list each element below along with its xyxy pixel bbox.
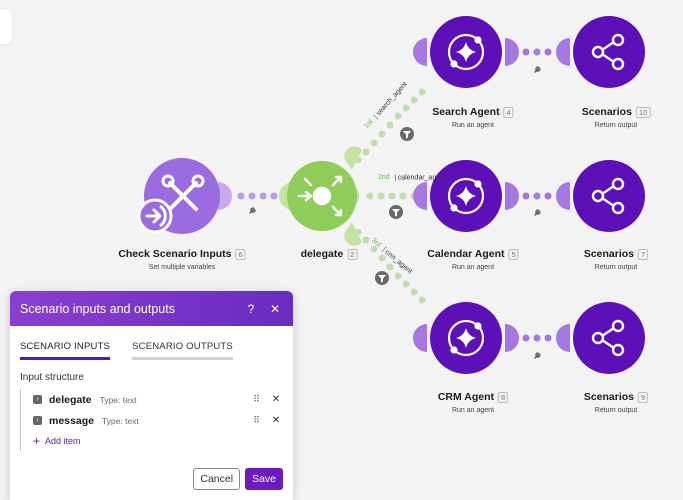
route-tag-calendar[interactable]: 2nd calendar_agent — [378, 174, 446, 181]
node-crm-agent[interactable] — [430, 302, 502, 374]
item-name: message — [49, 414, 94, 427]
label-calendar-agent: Calendar Agent 5 Run an agent — [427, 244, 519, 271]
node-subtitle: Return output — [594, 407, 638, 414]
remove-icon[interactable]: ✕ — [269, 394, 283, 405]
connector-delegate-crm[interactable] — [354, 228, 426, 304]
drag-handle-icon[interactable]: ⠿ — [249, 394, 263, 405]
node-title: Scenarios — [581, 106, 632, 118]
connector-check-delegate[interactable] — [237, 192, 278, 200]
wrench-small-icon[interactable] — [534, 66, 541, 73]
panel-tabs: SCENARIO INPUTS SCENARIO OUTPUTS — [10, 341, 293, 360]
node-badge: 7 — [638, 248, 649, 260]
node-scenarios-mid[interactable] — [573, 160, 645, 232]
node-badge: 4 — [503, 106, 514, 118]
node-title: delegate — [300, 248, 344, 260]
node-subtitle: Run an agent — [451, 264, 495, 271]
node-badge: 10 — [635, 106, 651, 118]
node-title: Calendar Agent — [427, 248, 505, 260]
drag-handle-icon[interactable]: ⠿ — [249, 415, 263, 426]
plus-icon: + — [33, 434, 41, 448]
node-badge: 9 — [638, 391, 649, 403]
cancel-button[interactable]: Cancel — [193, 468, 241, 490]
connector-crm-scenarios[interactable] — [522, 334, 552, 342]
wrench-small-icon[interactable] — [534, 209, 541, 216]
arrow-in-icon — [137, 198, 173, 234]
node-title: Scenarios — [583, 391, 635, 403]
panel-title: Scenario inputs and outputs — [20, 301, 175, 316]
node-subtitle: Run an agent — [451, 122, 495, 129]
node-badge: 8 — [498, 391, 509, 403]
input-structure-tree: › delegate Type: text ⠿ ✕ › message Type… — [20, 389, 283, 451]
label-scenarios-bot: Scenarios 9 Return output — [583, 387, 649, 414]
scenario-io-panel: Scenario inputs and outputs ? ✕ SCENARIO… — [10, 291, 293, 500]
node-subtitle: Return output — [594, 122, 638, 129]
node-badge: 6 — [235, 248, 246, 260]
filter-icon[interactable] — [400, 127, 414, 141]
list-item[interactable]: › delegate Type: text ⠿ ✕ — [21, 389, 283, 410]
wrench-small-icon[interactable] — [249, 207, 256, 214]
item-type: Type: text — [101, 415, 139, 426]
remove-icon[interactable]: ✕ — [269, 415, 283, 426]
connector-delegate-calendar[interactable] — [366, 192, 418, 200]
chevron-right-icon[interactable]: › — [33, 395, 42, 404]
label-search-agent: Search Agent 4 Run an agent — [432, 102, 514, 129]
check-output-handle[interactable] — [218, 182, 232, 210]
item-name: delegate — [49, 393, 92, 406]
chevron-right-icon[interactable]: › — [33, 416, 42, 425]
add-item-label: Add item — [45, 436, 81, 446]
node-badge: 2 — [347, 248, 358, 260]
connector-calendar-scenarios[interactable] — [522, 192, 552, 200]
node-delegate-router[interactable] — [287, 161, 357, 231]
label-check-scenario-inputs: Check Scenario Inputs 6 Set multiple vari… — [118, 244, 246, 271]
route-name: calendar_agent — [397, 174, 446, 182]
node-search-agent[interactable] — [430, 16, 502, 88]
node-title: CRM Agent — [437, 391, 495, 403]
toolbar-card[interactable] — [0, 10, 12, 44]
item-type: Type: text — [99, 394, 137, 405]
label-delegate: delegate 2 — [301, 244, 358, 262]
add-item-button[interactable]: + Add item — [21, 431, 283, 451]
filter-icon[interactable] — [389, 205, 403, 219]
node-title: Scenarios — [583, 248, 635, 260]
panel-footer: Cancel Save — [193, 468, 283, 490]
wrench-small-icon[interactable] — [534, 352, 541, 359]
node-subtitle: Run an agent — [451, 407, 495, 414]
label-crm-agent: CRM Agent 8 Run an agent — [437, 387, 509, 414]
list-item[interactable]: › message Type: text ⠿ ✕ — [21, 410, 283, 431]
node-subtitle: Set multiple variables — [148, 264, 216, 271]
section-label: Input structure — [20, 372, 84, 383]
filter-icon[interactable] — [375, 271, 389, 285]
node-badge: 5 — [508, 248, 519, 260]
connector-search-scenarios[interactable] — [522, 48, 552, 56]
node-subtitle: Return output — [594, 264, 638, 271]
panel-header: Scenario inputs and outputs ? ✕ — [10, 291, 293, 326]
tab-scenario-outputs[interactable]: SCENARIO OUTPUTS — [132, 341, 233, 360]
node-scenarios-bot[interactable] — [573, 302, 645, 374]
node-title: Check Scenario Inputs — [118, 248, 232, 260]
label-scenarios-top: Scenarios 10 Return output — [582, 102, 651, 129]
route-order: 2nd — [378, 174, 390, 182]
node-title: Search Agent — [432, 106, 500, 118]
node-check-scenario-inputs[interactable] — [137, 158, 220, 234]
label-scenarios-mid: Scenarios 7 Return output — [583, 244, 649, 271]
help-icon[interactable]: ? — [243, 301, 259, 317]
close-icon[interactable]: ✕ — [267, 301, 283, 317]
node-calendar-agent[interactable] — [430, 160, 502, 232]
node-scenarios-top[interactable] — [573, 16, 645, 88]
tab-scenario-inputs[interactable]: SCENARIO INPUTS — [20, 341, 111, 360]
save-button[interactable]: Save — [245, 468, 283, 490]
